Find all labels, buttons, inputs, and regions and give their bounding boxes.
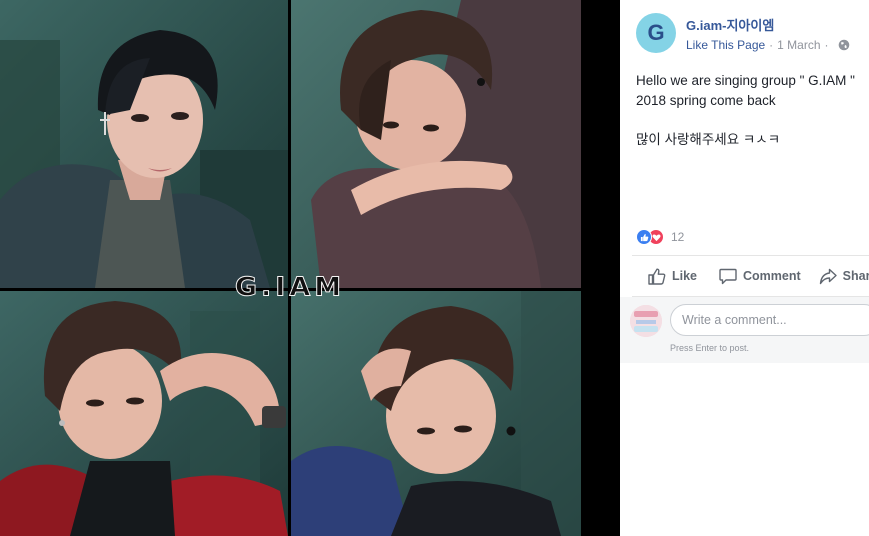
comment-label: Comment (743, 269, 801, 283)
comment-input[interactable] (670, 304, 869, 336)
post-text-line-1: Hello we are singing group " G.IAM " (636, 73, 855, 88)
like-label: Like (672, 269, 698, 283)
post-sidebar: G G.iam-지아이엠 Like This Page · 1 March · … (620, 0, 869, 536)
member-portrait-1 (0, 0, 288, 288)
post-meta: Like This Page · 1 March · (686, 38, 850, 52)
comment-composer: Press Enter to post. (620, 297, 869, 363)
photo-panel-top-right (291, 0, 581, 288)
page-avatar[interactable]: G (636, 13, 676, 53)
comment-icon (719, 268, 737, 284)
share-icon (819, 268, 837, 284)
like-reaction-icon (636, 229, 652, 245)
group-logo: G.IAM (234, 272, 346, 303)
like-button[interactable]: Like (648, 267, 698, 285)
post-date[interactable]: 1 March (777, 38, 820, 52)
member-portrait-4 (291, 291, 581, 536)
post-text-line-3: 많이 사랑해주세요 ㅋㅅㅋ (636, 132, 781, 147)
meta-separator: · (769, 38, 774, 52)
divider (632, 255, 869, 256)
photo-panel-bottom-right (291, 291, 581, 536)
post-text-line-2: 2018 spring come back (636, 93, 776, 108)
member-portrait-2 (291, 0, 581, 288)
meta-separator-2: · (824, 38, 829, 52)
photo-panel-bottom-left (0, 291, 288, 536)
like-page-link[interactable]: Like This Page (686, 38, 765, 52)
page-name-link[interactable]: G.iam-지아이엠 (686, 15, 774, 34)
photo-panel-top-left (0, 0, 288, 288)
post-photo[interactable]: G.IAM (0, 0, 620, 536)
globe-icon (838, 39, 850, 51)
reaction-count: 12 (671, 230, 685, 244)
share-label: Share (842, 269, 869, 283)
member-portrait-3 (0, 291, 288, 536)
avatar-letter: G (647, 20, 665, 45)
reactions-summary[interactable]: 12 (636, 229, 684, 245)
thumbs-up-icon (648, 267, 666, 285)
post-actions: Like Comment Share (648, 262, 869, 290)
comment-button[interactable]: Comment (719, 268, 801, 285)
press-enter-hint: Press Enter to post. (670, 343, 750, 353)
user-avatar[interactable] (630, 305, 662, 337)
share-button[interactable]: Share (819, 268, 869, 285)
